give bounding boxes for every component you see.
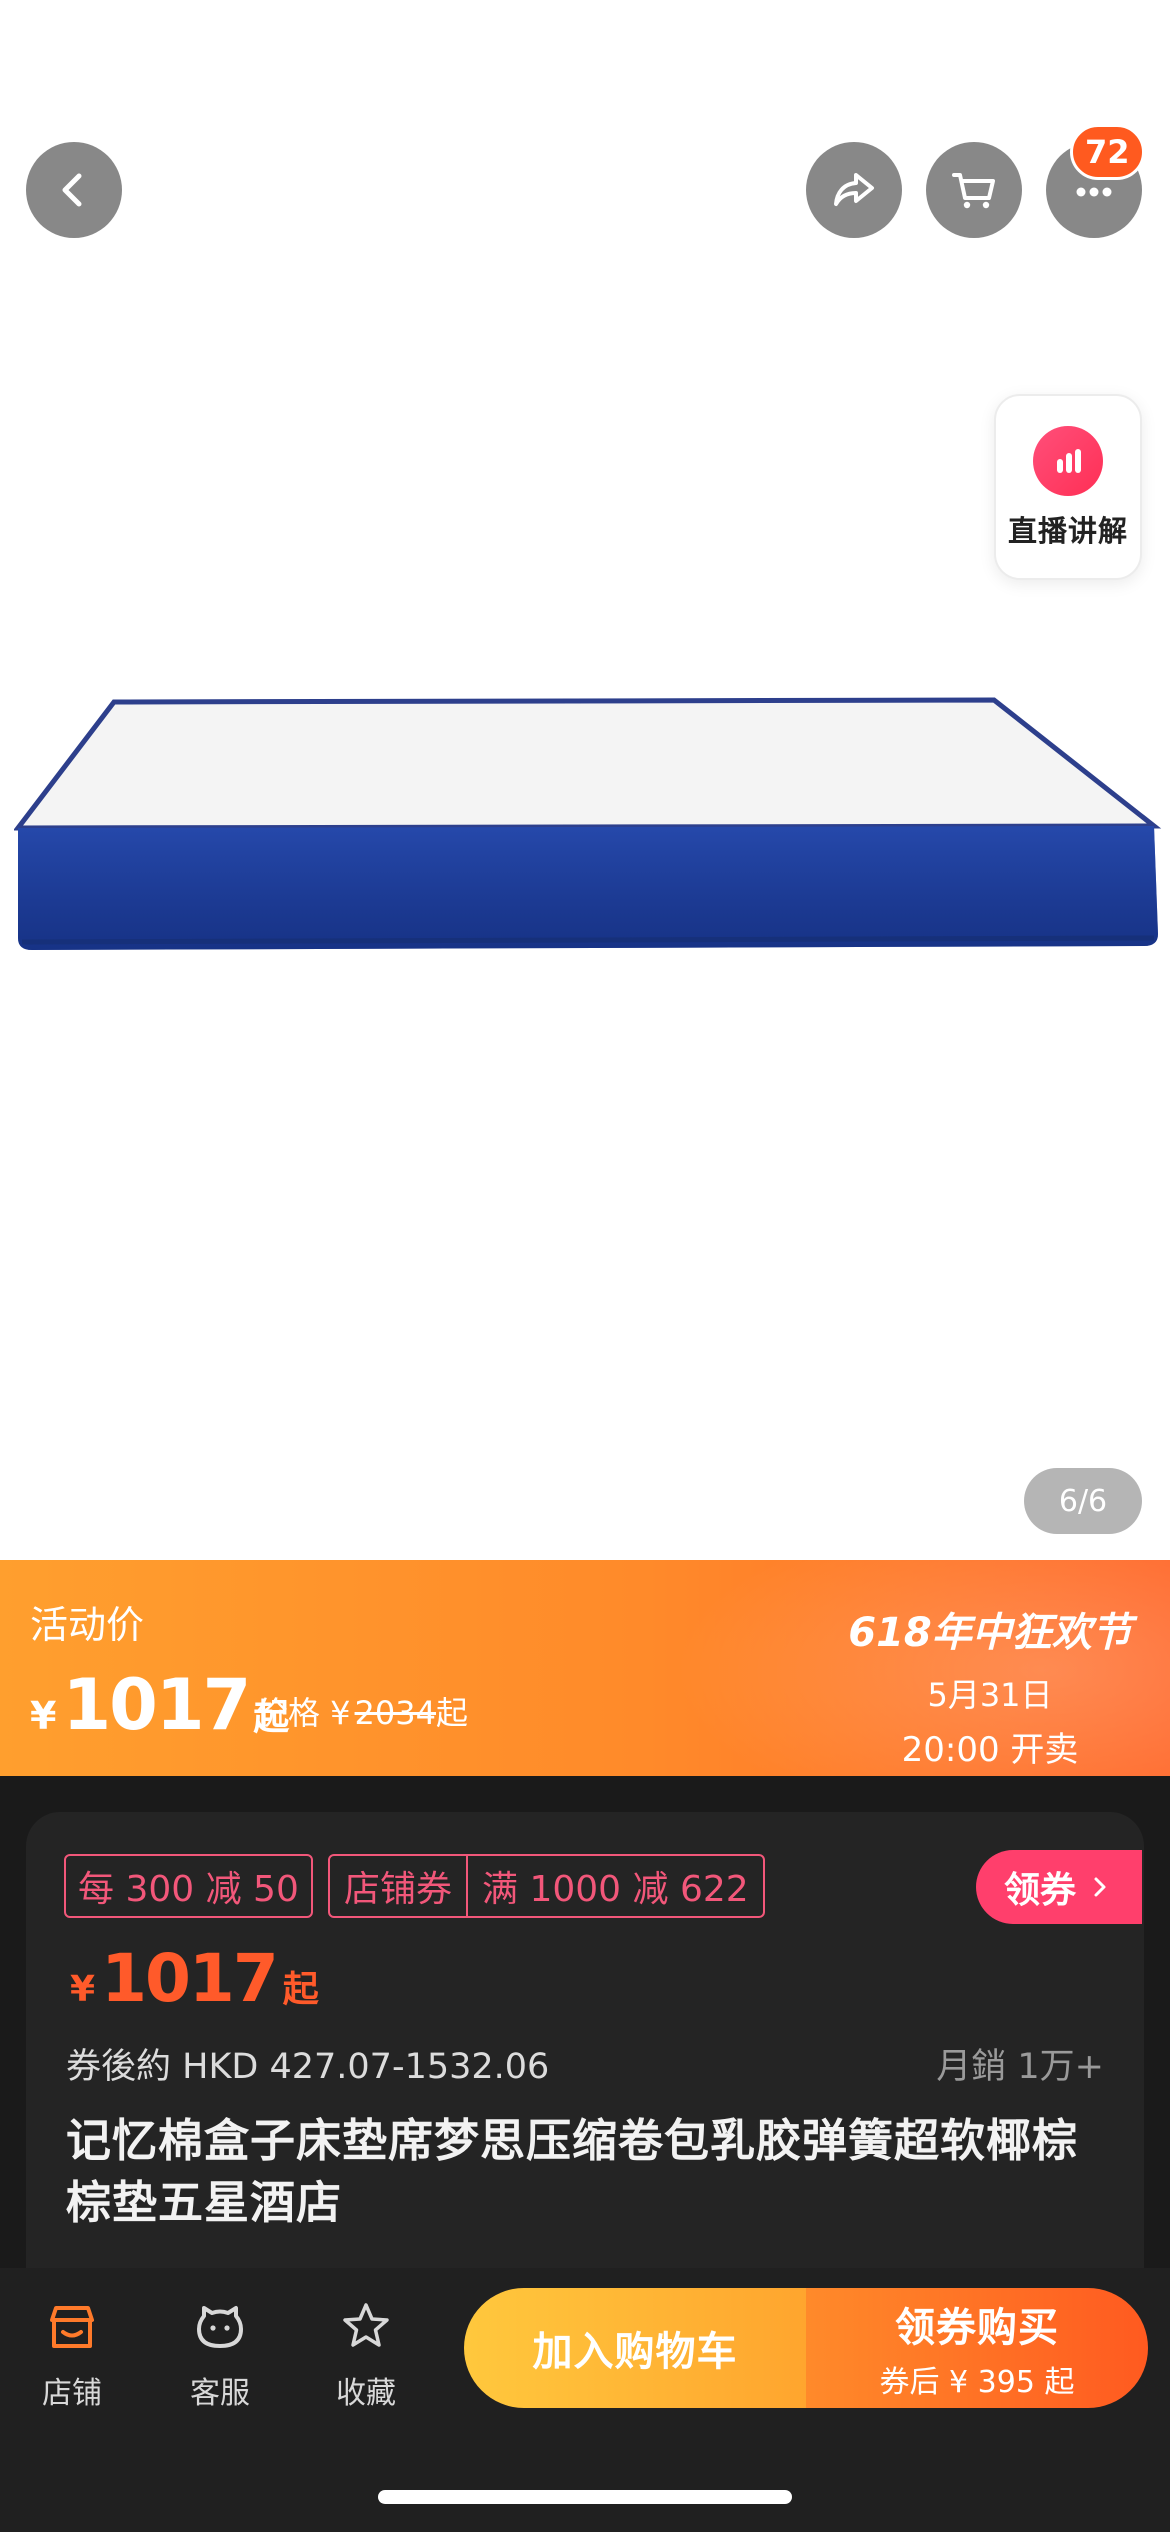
favorite-label: 收藏 — [336, 2376, 396, 2411]
product-title[interactable]: 记忆棉盒子床垫席梦思压缩卷包乳胶弹簧超软椰棕棕垫五星酒店 — [66, 2110, 1116, 2234]
original-price-prefix: 价格 ¥ — [256, 1694, 351, 1732]
shop-label: 店铺 — [42, 2376, 102, 2411]
product-gallery[interactable]: 72 直播讲解 6/6 — [0, 0, 1170, 1560]
shop-coupon-value: 满 1000 减 622 — [466, 1856, 763, 1916]
cart-count-badge: 72 — [1070, 124, 1145, 180]
event-name: 618年中狂欢节 — [848, 1610, 1132, 1656]
monthly-sales: 月銷 1万+ — [936, 2047, 1104, 2087]
promo-banner: 活动价 ¥ 1017 起 价格 ¥ 2034 起 618年中狂欢节 5月31日 … — [0, 1560, 1170, 1776]
live-bars-icon — [1033, 426, 1103, 496]
product-detail-page: 72 直播讲解 6/6 活动价 ¥ 1017 起 价格 ¥ 2034 起 618… — [0, 0, 1170, 2532]
home-indicator — [378, 2490, 792, 2504]
star-icon — [343, 2303, 389, 2347]
favorite-nav[interactable]: 收藏 — [306, 2298, 426, 2412]
add-to-cart-button[interactable]: 加入购物车 — [464, 2288, 806, 2408]
price-currency: ¥ — [70, 1969, 96, 2010]
back-button[interactable] — [26, 142, 122, 238]
original-price: 价格 ¥ 2034 起 — [256, 1688, 468, 1734]
chevron-right-icon — [1094, 1877, 1106, 1897]
live-explain-entry[interactable]: 直播讲解 — [994, 394, 1142, 580]
after-coupon-buy-price: 券后 ¥ 395 起 — [879, 2365, 1075, 2400]
claim-and-buy-label: 领券购买 — [895, 2305, 1059, 2351]
shop-coupon-tag[interactable]: 店铺券 满 1000 减 622 — [328, 1854, 765, 1918]
original-price-value: 2034 — [354, 1694, 436, 1732]
promo-currency: ¥ — [30, 1694, 57, 1738]
claim-coupon-button[interactable]: 领券 — [976, 1850, 1142, 1924]
product-price: ¥ 1017 起 — [70, 1940, 319, 2017]
image-counter: 6/6 — [1024, 1468, 1142, 1534]
cart-icon — [952, 173, 995, 209]
event-date: 5月31日 — [927, 1676, 1053, 1714]
live-explain-label: 直播讲解 — [1007, 514, 1128, 548]
claim-and-buy-button[interactable]: 领券购买 券后 ¥ 395 起 — [806, 2288, 1148, 2408]
cart-button[interactable] — [926, 142, 1022, 238]
service-label: 客服 — [190, 2376, 250, 2411]
shop-icon — [50, 2306, 94, 2348]
shop-nav[interactable]: 店铺 — [12, 2298, 132, 2412]
service-nav[interactable]: 客服 — [160, 2298, 280, 2412]
price-suffix: 起 — [282, 1969, 319, 2010]
event-time: 20:00 开卖 — [901, 1730, 1079, 1770]
back-arrow-icon — [62, 173, 82, 207]
share-icon — [834, 173, 874, 206]
customer-service-icon — [197, 2306, 243, 2348]
price-value: 1017 — [101, 1940, 279, 2017]
discount-tag[interactable]: 每 300 减 50 — [64, 1854, 313, 1918]
after-coupon-price: 券後約 HKD 427.07-1532.06 — [66, 2047, 550, 2087]
event-info: 618年中狂欢节 5月31日 20:00 开卖 — [830, 1600, 1150, 1771]
promo-price-value: 1017 — [62, 1664, 251, 1746]
original-price-suffix: 起 — [435, 1694, 468, 1732]
promo-label: 活动价 — [30, 1603, 145, 1647]
shop-coupon-label: 店铺券 — [344, 1869, 453, 1910]
promo-price: ¥ 1017 起 — [30, 1664, 289, 1746]
claim-coupon-label: 领券 — [1003, 1870, 1076, 1911]
share-button[interactable] — [806, 142, 902, 238]
product-image — [14, 697, 1162, 950]
